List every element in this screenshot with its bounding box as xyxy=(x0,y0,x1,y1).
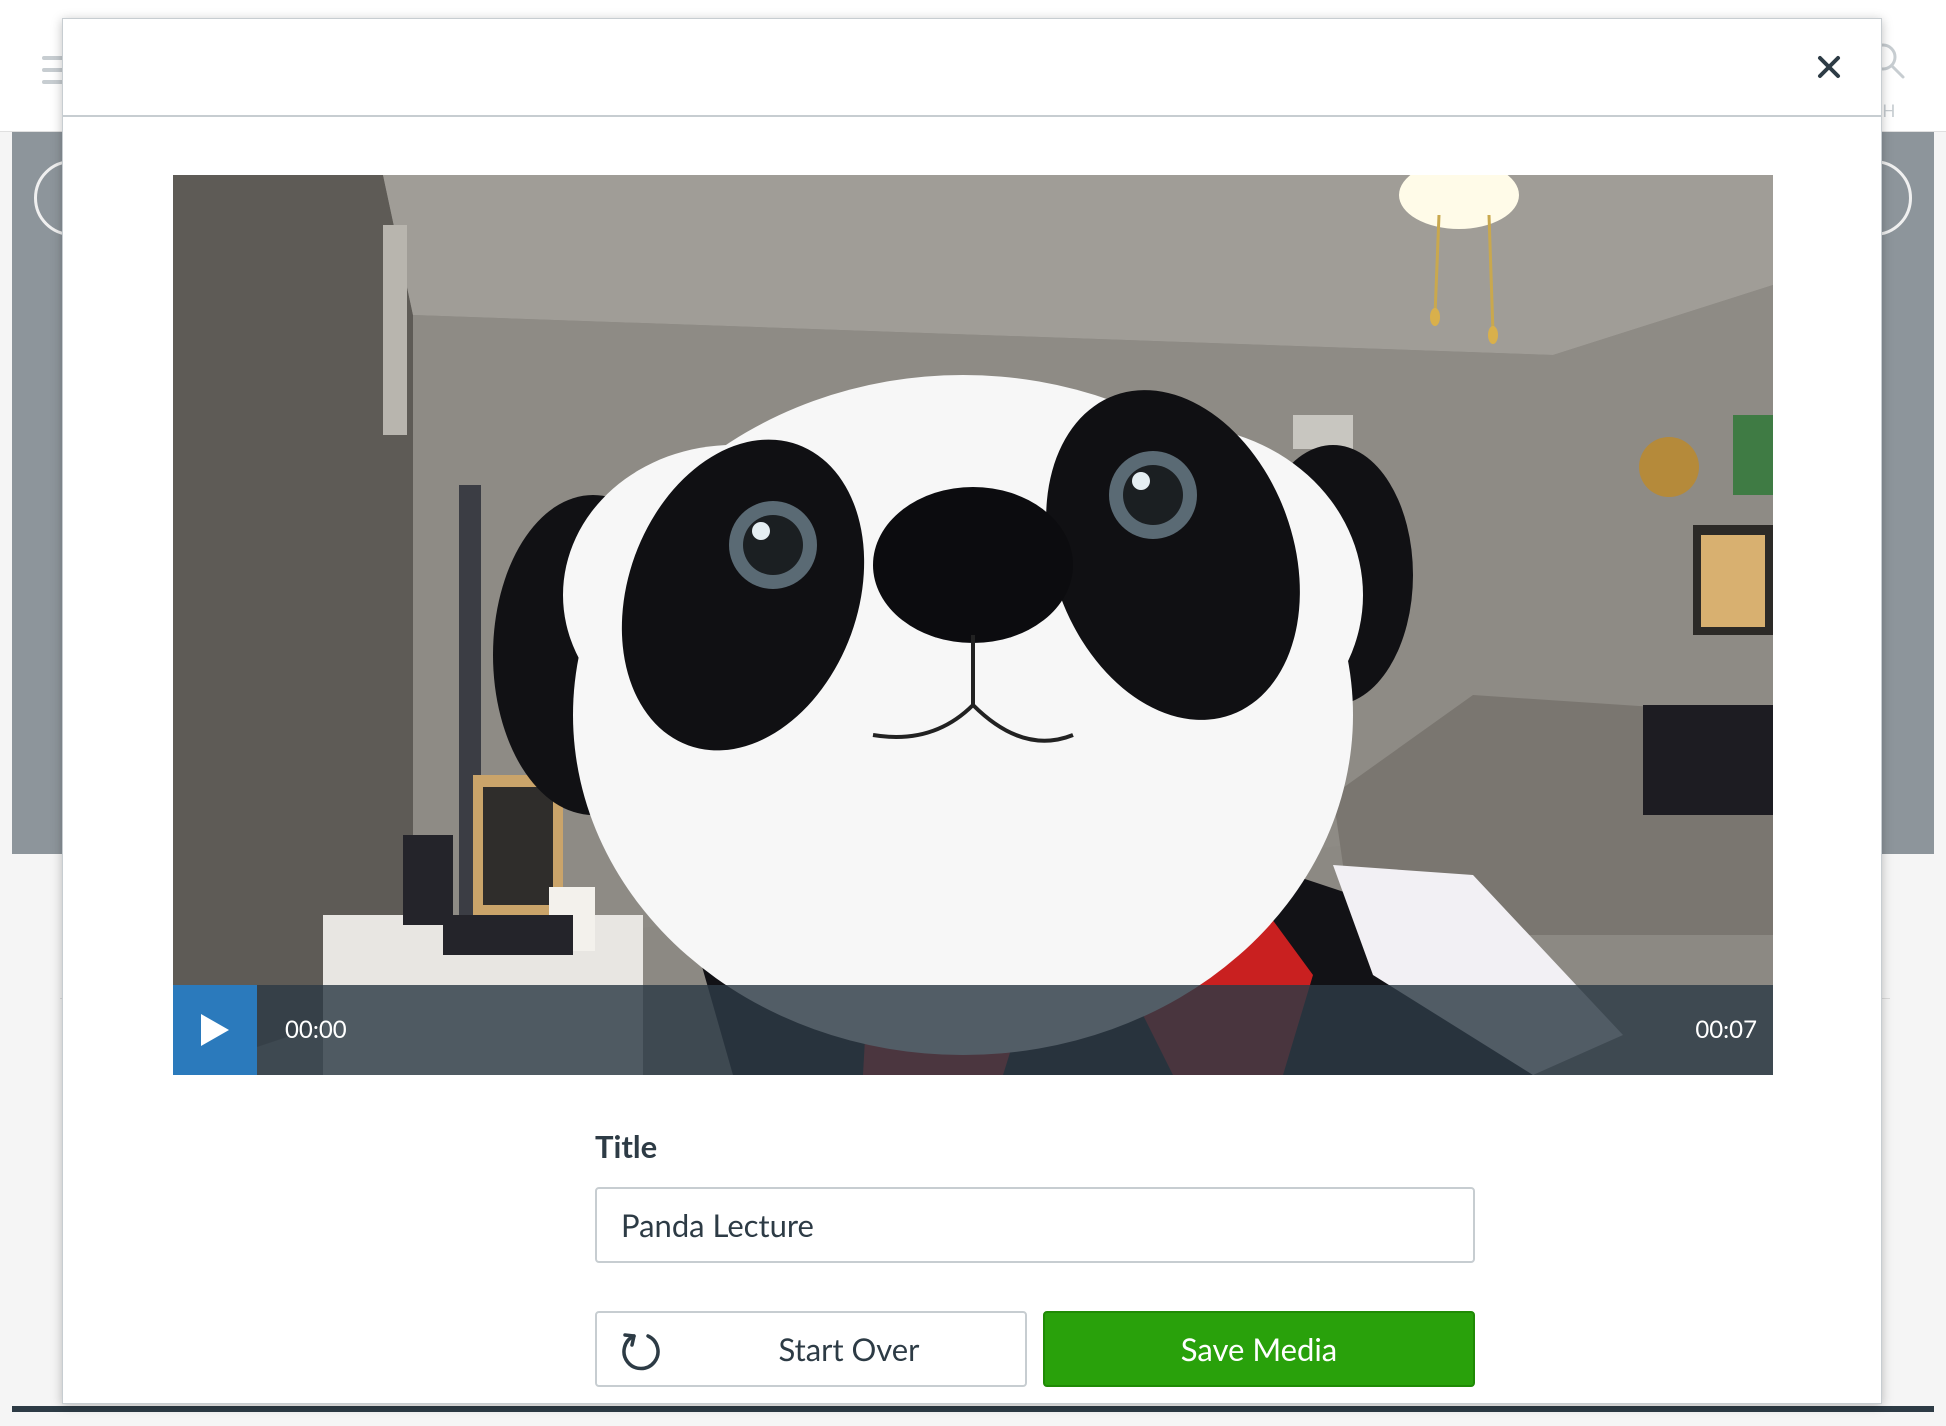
record-media-modal: 00:00 00:07 Title Start Over Save Media xyxy=(62,18,1882,1404)
close-icon xyxy=(1818,56,1840,78)
play-icon xyxy=(201,1014,229,1046)
title-label: Title xyxy=(595,1127,658,1165)
title-input[interactable] xyxy=(595,1187,1475,1263)
start-over-label: Start Over xyxy=(778,1330,920,1368)
video-progress-track[interactable] xyxy=(257,985,1773,1075)
background-bottom-bar xyxy=(12,1406,1934,1412)
video-frame-image xyxy=(173,175,1773,1075)
video-preview[interactable]: 00:00 00:07 xyxy=(173,175,1773,1075)
close-button[interactable] xyxy=(1807,45,1851,89)
start-over-button[interactable]: Start Over xyxy=(595,1311,1027,1387)
refresh-icon xyxy=(622,1333,660,1371)
total-duration: 00:07 xyxy=(1695,1015,1757,1044)
play-button[interactable] xyxy=(173,985,257,1075)
save-media-button[interactable]: Save Media xyxy=(1043,1311,1475,1387)
modal-header xyxy=(63,19,1881,117)
current-time: 00:00 xyxy=(285,1015,347,1044)
video-controls-bar: 00:00 00:07 xyxy=(173,985,1773,1075)
